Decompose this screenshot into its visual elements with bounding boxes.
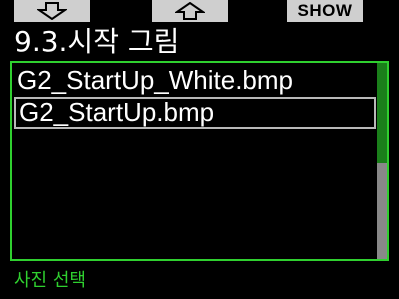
softkey-down-button[interactable] (14, 0, 90, 22)
softkey-up-button[interactable] (152, 0, 228, 22)
file-list: G2_StartUp_White.bmp G2_StartUp.bmp (10, 61, 389, 261)
scrollbar-thumb[interactable] (377, 63, 387, 163)
show-label: SHOW (297, 1, 353, 20)
scrollbar[interactable] (377, 63, 387, 259)
list-item-selected[interactable]: G2_StartUp.bmp (14, 97, 376, 129)
arrow-up-icon (175, 2, 205, 20)
softkey-show-button[interactable]: SHOW (287, 0, 363, 22)
page-title: 9.3.시작 그림 (14, 25, 180, 58)
arrow-down-icon (37, 2, 67, 20)
list-item[interactable]: G2_StartUp_White.bmp (14, 65, 376, 97)
status-hint: 사진 선택 (14, 270, 86, 291)
